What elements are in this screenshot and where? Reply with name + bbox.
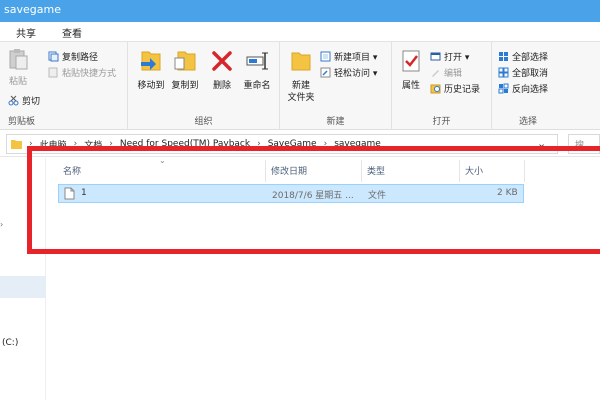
rename-icon	[246, 52, 268, 70]
paste-shortcut-icon	[48, 67, 58, 78]
properties-icon	[402, 50, 420, 72]
history-icon	[430, 84, 441, 94]
move-to-label: 移动到	[137, 81, 165, 91]
history-label: 历史记录	[444, 85, 481, 95]
history-button[interactable]: 历史记录	[430, 82, 480, 95]
delete-label: 删除	[212, 81, 231, 91]
select-all-button[interactable]: 全部选择	[498, 50, 548, 63]
ribbon: 粘贴 复制路径 粘贴快捷方式 剪切 剪贴板 移动到 复制到 删除 重命名 组织 …	[0, 42, 600, 130]
easy-access-button[interactable]: 轻松访问 ▾	[320, 66, 377, 79]
paste-shortcut-label: 粘贴快捷方式	[62, 69, 117, 79]
easy-access-label: 轻松访问 ▾	[334, 69, 378, 79]
folder-icon	[11, 139, 22, 149]
invert-selection-label: 反向选择	[512, 85, 549, 95]
open-icon	[430, 52, 441, 61]
new-group-label: 新建	[326, 117, 345, 127]
edit-button[interactable]: 编辑	[430, 66, 462, 79]
new-folder-label-2: 文件夹	[287, 93, 315, 103]
move-to-button[interactable]: 移动到	[134, 48, 168, 92]
edit-icon	[432, 70, 439, 77]
copy-to-icon	[174, 51, 196, 71]
move-to-icon	[141, 51, 161, 71]
copy-path-label: 复制路径	[62, 53, 99, 63]
select-all-icon	[499, 52, 508, 61]
paste-button[interactable]: 粘贴	[4, 48, 32, 88]
select-none-icon	[498, 67, 509, 78]
delete-icon	[212, 51, 232, 71]
group-new: 新建 文件夹 新建项目 ▾ 轻松访问 ▾ 新建	[280, 42, 392, 130]
select-none-label: 全部取消	[512, 69, 549, 79]
new-folder-label-1: 新建	[291, 81, 310, 91]
easy-access-icon	[320, 67, 331, 78]
invert-selection-button[interactable]: 反向选择	[498, 82, 548, 95]
ribbon-tabs: 共享 查看	[0, 22, 600, 42]
open-group-label: 打开	[432, 117, 451, 127]
paste-label: 粘贴	[8, 77, 27, 87]
title-bar: savegame	[0, 0, 600, 22]
select-all-label: 全部选择	[512, 53, 549, 63]
copy-to-label: 复制到	[171, 81, 199, 91]
rename-button[interactable]: 重命名	[238, 48, 276, 92]
invert-selection-icon	[498, 83, 509, 94]
new-folder-button[interactable]: 新建 文件夹	[284, 48, 318, 104]
new-item-icon	[320, 51, 331, 62]
highlight-annotation-box	[27, 146, 600, 254]
clipboard-group-label: 剪贴板	[8, 117, 36, 127]
new-item-button[interactable]: 新建项目 ▾	[320, 50, 377, 63]
open-button[interactable]: 打开 ▾	[430, 50, 469, 63]
copy-path-button[interactable]: 复制路径	[48, 50, 98, 63]
cut-label: 剪切	[22, 97, 41, 107]
tab-view[interactable]: 查看	[62, 25, 82, 40]
nav-marker-icon: ›	[0, 220, 4, 229]
paste-shortcut-button[interactable]: 粘贴快捷方式	[48, 66, 116, 79]
tab-share[interactable]: 共享	[16, 25, 36, 40]
organize-group-label: 组织	[194, 117, 213, 127]
properties-label: 属性	[401, 81, 420, 91]
copy-to-button[interactable]: 复制到	[168, 48, 202, 92]
rename-label: 重命名	[243, 81, 271, 91]
new-folder-icon	[291, 52, 311, 71]
edit-label: 编辑	[444, 69, 463, 79]
cut-button[interactable]: 剪切	[8, 94, 40, 107]
paste-icon	[9, 49, 28, 70]
open-label: 打开 ▾	[444, 53, 470, 63]
group-clipboard: 粘贴 复制路径 粘贴快捷方式 剪切 剪贴板	[0, 42, 128, 130]
select-none-button[interactable]: 全部取消	[498, 66, 548, 79]
copy-path-icon	[48, 51, 59, 62]
nav-drive-c-label[interactable]: (C:)	[2, 338, 18, 348]
select-group-label: 选择	[518, 117, 537, 127]
nav-selected-item[interactable]	[0, 276, 46, 298]
group-organize: 移动到 复制到 删除 重命名 组织	[128, 42, 280, 130]
delete-button[interactable]: 删除	[208, 48, 236, 92]
new-item-label: 新建项目 ▾	[334, 53, 378, 63]
properties-button[interactable]: 属性	[396, 48, 426, 92]
scissors-icon	[8, 95, 19, 106]
group-select: 全部选择 全部取消 反向选择 选择	[492, 42, 564, 130]
group-open: 属性 打开 ▾ 编辑 历史记录 打开	[392, 42, 492, 130]
window-title: savegame	[4, 3, 61, 16]
